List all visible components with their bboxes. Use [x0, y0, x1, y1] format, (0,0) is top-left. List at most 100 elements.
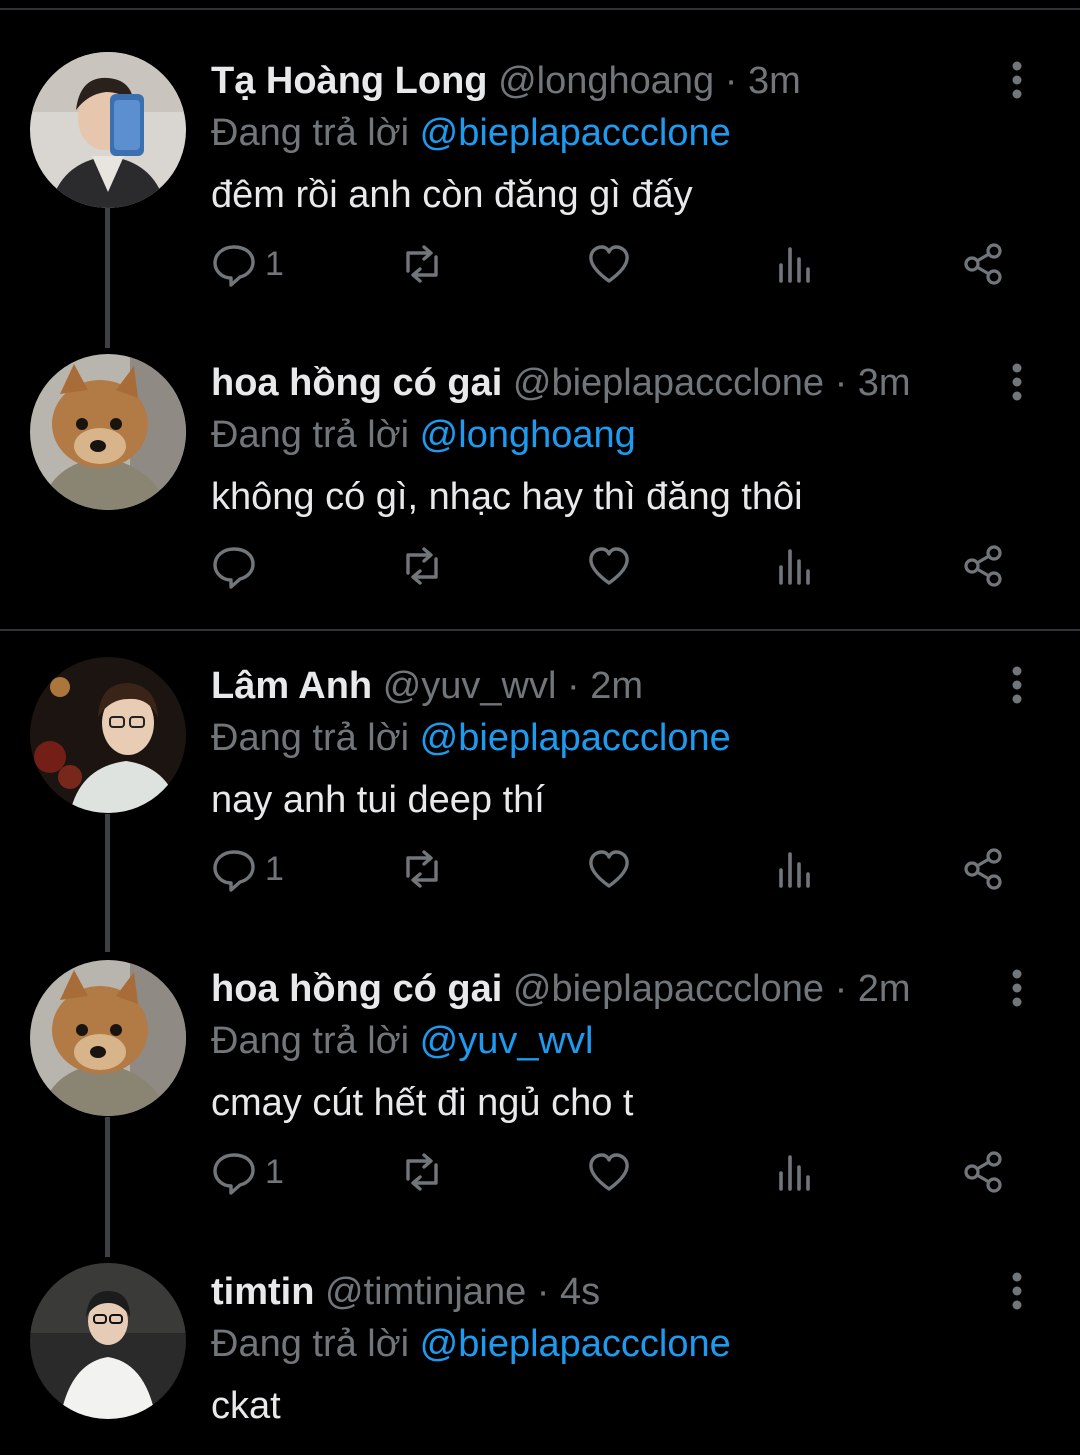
separator-dot: · — [834, 362, 848, 404]
timestamp[interactable]: 4s — [560, 1271, 600, 1313]
retweet-button[interactable] — [399, 839, 445, 899]
avatar[interactable] — [30, 52, 186, 208]
replying-to-label: Đang trả lời — [211, 414, 410, 456]
retweet-button[interactable] — [399, 536, 445, 596]
mention-link[interactable]: @yuv_wvl — [420, 1020, 594, 1062]
more-options-icon[interactable] — [1000, 58, 1034, 102]
more-options-icon[interactable] — [1000, 1269, 1034, 1313]
avatar[interactable] — [30, 960, 186, 1116]
retweet-button[interactable] — [399, 234, 445, 294]
reply-icon — [213, 245, 255, 287]
separator-dot: · — [724, 60, 738, 102]
reply-icon — [213, 850, 255, 892]
conversation-divider — [0, 629, 1080, 631]
tweet-text: nay anh tui deep thí — [211, 779, 545, 821]
tweet-text: ckat — [211, 1385, 281, 1427]
replying-to-label: Đang trả lời — [211, 1323, 410, 1365]
reply-button[interactable]: 1 — [211, 234, 284, 294]
more-options-icon[interactable] — [1000, 663, 1034, 707]
thread-line — [105, 1117, 110, 1257]
avatar[interactable] — [30, 657, 186, 813]
user-handle[interactable]: @longhoang — [498, 60, 714, 102]
display-name[interactable]: hoa hồng có gai — [211, 968, 502, 1010]
tweet-text: đêm rồi anh còn đăng gì đấy — [211, 174, 693, 216]
analytics-icon — [779, 549, 810, 585]
tweet-header: timtin @timtinjane · 4s — [211, 1269, 600, 1315]
views-button[interactable] — [773, 234, 819, 294]
user-handle[interactable]: @yuv_wvl — [383, 665, 557, 707]
top-divider — [0, 8, 1080, 10]
thread-line — [105, 814, 110, 952]
reply-icon — [213, 547, 255, 589]
replying-to-label: Đang trả lời — [211, 112, 410, 154]
replying-to: Đang trả lời @bieplapaccclone — [211, 715, 731, 761]
share-button[interactable] — [961, 234, 1007, 294]
replying-to: Đang trả lời @bieplapaccclone — [211, 1321, 731, 1367]
retweet-button[interactable] — [399, 1142, 445, 1202]
timestamp[interactable]: 2m — [590, 665, 643, 707]
timestamp[interactable]: 3m — [748, 60, 801, 102]
mention-link[interactable]: @bieplapaccclone — [420, 1323, 731, 1365]
user-handle[interactable]: @bieplapaccclone — [513, 968, 824, 1010]
mention-link[interactable]: @longhoang — [420, 414, 636, 456]
heart-icon — [589, 1153, 629, 1191]
analytics-icon — [779, 852, 810, 888]
share-icon — [964, 848, 1002, 890]
user-handle[interactable]: @timtinjane — [325, 1271, 526, 1313]
like-button[interactable] — [586, 839, 632, 899]
reply-icon — [213, 1153, 255, 1195]
replying-to: Đang trả lời @yuv_wvl — [211, 1018, 593, 1064]
user-handle[interactable]: @bieplapaccclone — [513, 362, 824, 404]
replying-to-label: Đang trả lời — [211, 717, 410, 759]
mention-link[interactable]: @bieplapaccclone — [420, 717, 731, 759]
retweet-icon — [406, 1153, 438, 1191]
separator-dot: · — [536, 1271, 550, 1313]
reply-button[interactable]: 1 — [211, 839, 284, 899]
share-button[interactable] — [961, 1142, 1007, 1202]
like-button[interactable] — [586, 234, 632, 294]
tweet-header: Tạ Hoàng Long @longhoang · 3m — [211, 58, 801, 104]
thread-line — [105, 208, 110, 348]
tweet-header: hoa hồng có gai @bieplapaccclone · 2m — [211, 966, 911, 1012]
views-button[interactable] — [773, 839, 819, 899]
more-options-icon[interactable] — [1000, 966, 1034, 1010]
tweet-actions: 1 — [211, 1142, 1031, 1202]
views-button[interactable] — [773, 536, 819, 596]
display-name[interactable]: Tạ Hoàng Long — [211, 60, 488, 102]
tweet-header: hoa hồng có gai @bieplapaccclone · 3m — [211, 360, 911, 406]
heart-icon — [589, 245, 629, 283]
retweet-icon — [406, 850, 438, 888]
reply-button[interactable] — [211, 536, 265, 596]
reply-count: 1 — [265, 1152, 284, 1191]
share-button[interactable] — [961, 536, 1007, 596]
analytics-icon — [779, 1155, 810, 1191]
tweet-text: cmay cút hết đi ngủ cho t — [211, 1082, 634, 1124]
retweet-icon — [406, 245, 438, 283]
display-name[interactable]: timtin — [211, 1271, 314, 1313]
share-button[interactable] — [961, 839, 1007, 899]
heart-icon — [589, 850, 629, 888]
replying-to-label: Đang trả lời — [211, 1020, 410, 1062]
heart-icon — [589, 547, 629, 585]
avatar[interactable] — [30, 1263, 186, 1419]
replying-to: Đang trả lời @bieplapaccclone — [211, 110, 731, 156]
analytics-icon — [779, 247, 810, 283]
tweet-actions — [211, 536, 1031, 596]
views-button[interactable] — [773, 1142, 819, 1202]
retweet-icon — [406, 547, 438, 585]
display-name[interactable]: hoa hồng có gai — [211, 362, 502, 404]
avatar[interactable] — [30, 354, 186, 510]
display-name[interactable]: Lâm Anh — [211, 665, 372, 707]
timestamp[interactable]: 3m — [858, 362, 911, 404]
mention-link[interactable]: @bieplapaccclone — [420, 112, 731, 154]
tweet-text: không có gì, nhạc hay thì đăng thôi — [211, 476, 803, 518]
like-button[interactable] — [586, 1142, 632, 1202]
reply-button[interactable]: 1 — [211, 1142, 284, 1202]
tweet-actions: 1 — [211, 839, 1031, 899]
share-icon — [964, 545, 1002, 587]
separator-dot: · — [834, 968, 848, 1010]
share-icon — [964, 243, 1002, 285]
like-button[interactable] — [586, 536, 632, 596]
timestamp[interactable]: 2m — [858, 968, 911, 1010]
more-options-icon[interactable] — [1000, 360, 1034, 404]
